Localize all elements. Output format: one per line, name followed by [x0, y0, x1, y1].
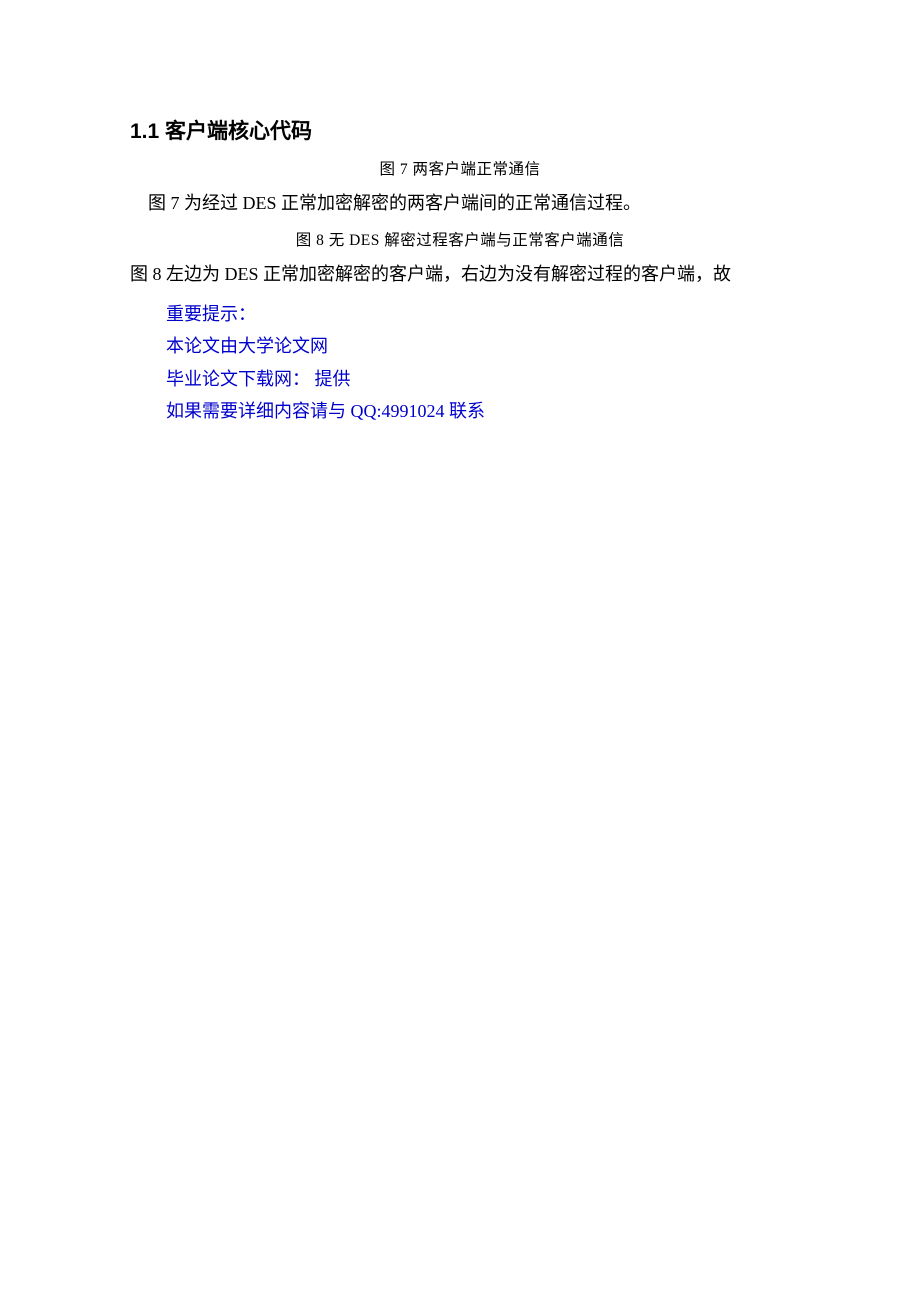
paragraph-1: 图 7 为经过 DES 正常加密解密的两客户端间的正常通信过程。: [130, 189, 790, 218]
section-heading: 1.1 客户端核心代码: [130, 115, 790, 145]
source-line-2: 毕业论文下载网： 提供: [130, 364, 790, 395]
important-note-label: 重要提示：: [130, 299, 790, 330]
source-line-1: 本论文由大学论文网: [130, 331, 790, 362]
figure-7-caption: 图 7 两客户端正常通信: [130, 157, 790, 179]
paragraph-2: 图 8 左边为 DES 正常加密解密的客户端，右边为没有解密过程的客户端，故: [130, 260, 790, 289]
contact-line: 如果需要详细内容请与 QQ:4991024 联系: [130, 396, 790, 427]
figure-8-caption: 图 8 无 DES 解密过程客户端与正常客户端通信: [130, 228, 790, 250]
